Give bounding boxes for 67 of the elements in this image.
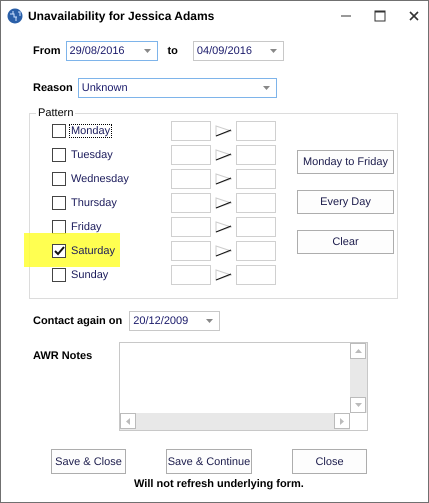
checkbox[interactable] bbox=[52, 268, 66, 282]
from-label: From bbox=[33, 45, 60, 57]
checkbox[interactable] bbox=[52, 148, 66, 162]
checkbox[interactable] bbox=[52, 244, 66, 258]
globe-icon bbox=[7, 8, 23, 24]
to-date-field[interactable]: 04/09/2016 bbox=[192, 41, 284, 61]
range-arrow-icon bbox=[215, 173, 232, 185]
scroll-up-icon[interactable] bbox=[354, 349, 362, 353]
end-time-field[interactable] bbox=[236, 169, 276, 189]
start-time-field[interactable] bbox=[171, 241, 211, 261]
awr-notes-label: AWR Notes bbox=[33, 350, 94, 362]
horizontal-scrollbar[interactable] bbox=[120, 413, 350, 430]
range-arrow-icon bbox=[215, 245, 232, 257]
close-icon[interactable] bbox=[408, 10, 420, 22]
checkbox[interactable] bbox=[52, 220, 66, 234]
pattern-title: Pattern bbox=[37, 107, 74, 119]
pattern-button[interactable]: Every Day bbox=[297, 190, 394, 214]
dialog-button[interactable]: Close bbox=[292, 449, 367, 474]
end-time-field[interactable] bbox=[236, 145, 276, 165]
range-arrow-icon bbox=[215, 125, 232, 137]
end-time-field[interactable] bbox=[236, 265, 276, 285]
range-arrow-icon bbox=[215, 221, 232, 233]
day-label[interactable]: Sunday bbox=[69, 268, 110, 282]
dialog-button[interactable]: Save & Close bbox=[51, 449, 126, 474]
day-label[interactable]: Saturday bbox=[69, 244, 118, 258]
checkbox[interactable] bbox=[52, 196, 66, 210]
to-label: to bbox=[168, 45, 178, 57]
start-time-field[interactable] bbox=[171, 193, 211, 213]
range-arrow-icon bbox=[215, 197, 232, 209]
from-date-field[interactable]: 29/08/2016 bbox=[66, 41, 158, 61]
start-time-field[interactable] bbox=[171, 169, 211, 189]
caret-icon[interactable] bbox=[270, 49, 277, 53]
notes-textarea[interactable] bbox=[119, 342, 368, 431]
start-time-field[interactable] bbox=[171, 265, 211, 285]
contact-again-label: Contact again on bbox=[33, 315, 122, 327]
end-time-field[interactable] bbox=[236, 241, 276, 261]
day-label[interactable]: Monday bbox=[69, 124, 112, 138]
checkbox[interactable] bbox=[52, 124, 66, 138]
caret-icon[interactable] bbox=[262, 86, 270, 90]
day-label[interactable]: Wednesday bbox=[69, 172, 131, 186]
day-label[interactable]: Thursday bbox=[69, 196, 119, 210]
vertical-scrollbar[interactable] bbox=[350, 343, 367, 413]
scroll-down-icon[interactable] bbox=[354, 403, 362, 407]
pattern-button[interactable]: Monday to Friday bbox=[297, 150, 394, 174]
footer-note: Will not refresh underlying form. bbox=[134, 478, 305, 490]
maximize-icon[interactable] bbox=[374, 10, 386, 22]
contact-date-field[interactable]: 20/12/2009 bbox=[129, 311, 220, 331]
range-arrow-icon bbox=[215, 269, 232, 281]
window-title: Unavailability for Jessica Adams bbox=[28, 9, 214, 23]
day-label[interactable]: Friday bbox=[69, 220, 104, 234]
checkbox[interactable] bbox=[52, 172, 66, 186]
dialog-button[interactable]: Save & Continue bbox=[166, 449, 252, 474]
start-time-field[interactable] bbox=[171, 121, 211, 141]
reason-label: Reason bbox=[33, 82, 73, 94]
caret-icon[interactable] bbox=[206, 319, 214, 323]
range-arrow-icon bbox=[215, 149, 232, 161]
end-time-field[interactable] bbox=[236, 193, 276, 213]
start-time-field[interactable] bbox=[171, 217, 211, 237]
end-time-field[interactable] bbox=[236, 217, 276, 237]
caret-icon[interactable] bbox=[144, 49, 150, 53]
reason-dropdown[interactable]: Unknown bbox=[78, 78, 277, 98]
pattern-button[interactable]: Clear bbox=[297, 230, 394, 254]
end-time-field[interactable] bbox=[236, 121, 276, 141]
scroll-right-icon[interactable] bbox=[340, 418, 344, 424]
scroll-left-icon[interactable] bbox=[126, 418, 130, 424]
day-label[interactable]: Tuesday bbox=[69, 148, 115, 162]
start-time-field[interactable] bbox=[171, 145, 211, 165]
